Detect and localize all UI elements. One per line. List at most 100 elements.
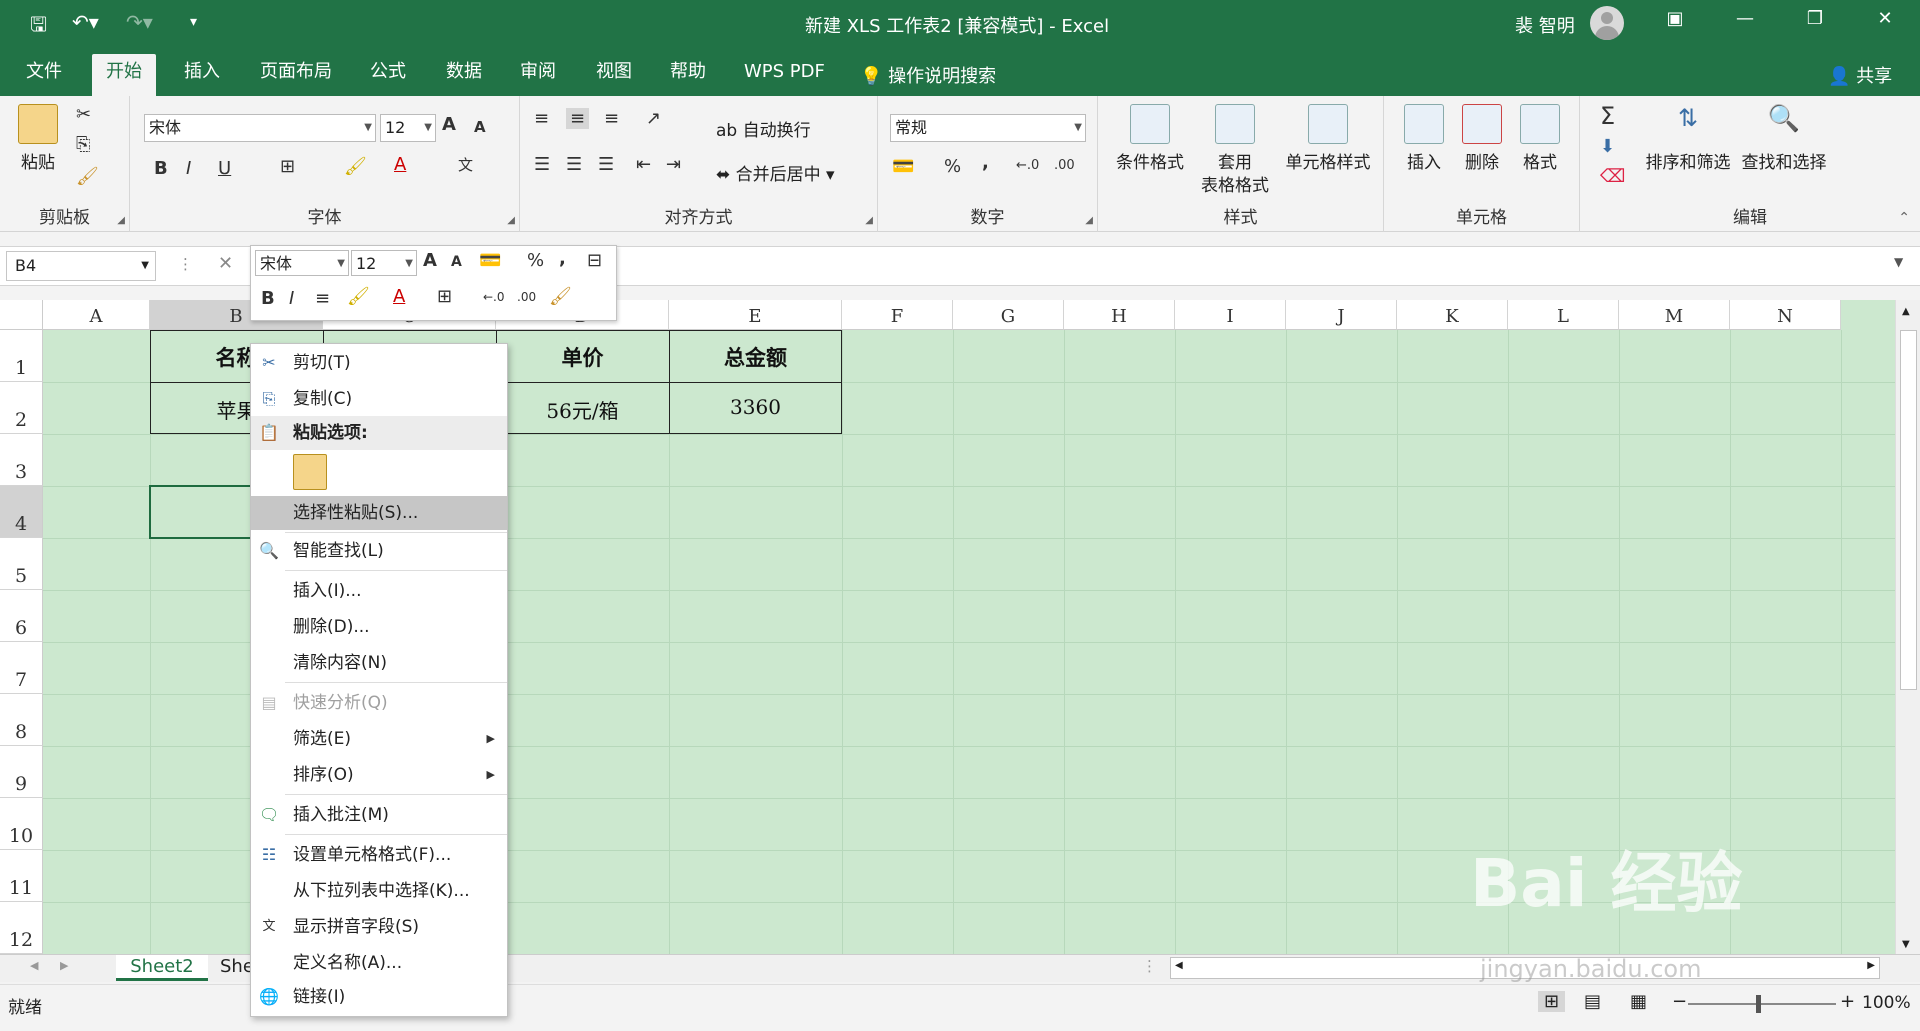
borders-icon[interactable]: ⊞ bbox=[280, 156, 295, 177]
scroll-down-icon[interactable]: ▼ bbox=[1902, 939, 1910, 950]
clipboard-launcher-icon[interactable]: ◢ bbox=[117, 215, 125, 226]
normal-view-icon[interactable]: ⊞ bbox=[1538, 991, 1566, 1012]
table-header-cell[interactable]: 单价 bbox=[496, 342, 669, 372]
align-left-icon[interactable]: ☰ bbox=[534, 154, 550, 175]
insert-cells-button[interactable]: 插入 bbox=[1396, 104, 1452, 173]
menu-item-format-cells[interactable]: ☷ 设置单元格格式(F)... bbox=[251, 838, 507, 872]
column-header[interactable]: M bbox=[1619, 300, 1730, 330]
row-header[interactable]: 11 bbox=[0, 850, 43, 902]
mini-format-painter-icon[interactable]: 🖌 bbox=[549, 286, 572, 307]
user-name[interactable]: 裴 智明 bbox=[1515, 12, 1575, 38]
table-value-cell[interactable]: 3360 bbox=[669, 395, 842, 419]
font-name-select[interactable]: 宋体 ▼ bbox=[144, 114, 376, 142]
decrease-decimal-button[interactable]: .00 bbox=[1054, 158, 1075, 173]
menu-item-paste-special[interactable]: 选择性粘贴(S)... bbox=[251, 496, 507, 530]
mini-increase-font-icon[interactable]: A bbox=[423, 250, 437, 271]
zoom-in-icon[interactable]: + bbox=[1840, 991, 1855, 1012]
page-layout-view-icon[interactable]: ▤ bbox=[1584, 991, 1601, 1012]
mini-decrease-decimal-icon[interactable]: .00 bbox=[517, 290, 536, 304]
zoom-out-icon[interactable]: − bbox=[1672, 991, 1687, 1012]
align-top-icon[interactable]: ≡ bbox=[534, 108, 549, 129]
menu-item-smart-lookup[interactable]: 🔍 智能查找(L) bbox=[251, 534, 507, 568]
row-header[interactable]: 3 bbox=[0, 434, 43, 486]
percent-style-button[interactable]: % bbox=[944, 156, 961, 177]
increase-font-size-button[interactable]: A bbox=[442, 114, 456, 135]
column-header[interactable]: G bbox=[953, 300, 1064, 330]
menu-item-delete[interactable]: 删除(D)... bbox=[251, 610, 507, 644]
zoom-level[interactable]: 100% bbox=[1862, 993, 1911, 1013]
mini-fill-color-icon[interactable]: 🖌 bbox=[347, 286, 370, 307]
minimize-icon[interactable]: — bbox=[1722, 8, 1768, 38]
delete-cells-button[interactable]: 删除 bbox=[1454, 104, 1510, 173]
underline-button[interactable]: U bbox=[218, 158, 231, 179]
align-bottom-icon[interactable]: ≡ bbox=[604, 108, 619, 129]
row-header[interactable]: 7 bbox=[0, 642, 43, 694]
format-cells-button[interactable]: 格式 bbox=[1512, 104, 1568, 173]
column-header[interactable]: A bbox=[43, 300, 150, 330]
autosum-button[interactable]: Σ bbox=[1600, 102, 1615, 130]
merge-center-button[interactable]: ⬌ 合并后居中 ▾ bbox=[716, 160, 835, 185]
share-button[interactable]: 👤 共享 bbox=[1828, 62, 1892, 88]
row-header[interactable]: 12 bbox=[0, 902, 43, 954]
next-sheet-icon[interactable]: ▶ bbox=[60, 959, 68, 972]
row-header[interactable]: 6 bbox=[0, 590, 43, 642]
wrap-text-button[interactable]: ab 自动换行 bbox=[716, 116, 811, 141]
mini-increase-decimal-icon[interactable]: ←.0 bbox=[483, 290, 505, 304]
row-header[interactable]: 4 bbox=[0, 486, 43, 538]
copy-icon[interactable]: ⎘ bbox=[76, 134, 90, 155]
bold-button[interactable]: B bbox=[154, 158, 168, 179]
increase-decimal-button[interactable]: ←.0 bbox=[1016, 158, 1039, 173]
tab-data[interactable]: 数据 bbox=[432, 54, 496, 96]
tab-insert[interactable]: 插入 bbox=[170, 54, 234, 96]
menu-item-define-name[interactable]: 定义名称(A)... bbox=[251, 946, 507, 980]
font-launcher-icon[interactable]: ◢ bbox=[507, 215, 515, 226]
formula-input[interactable] bbox=[620, 251, 1890, 281]
mini-borders-icon[interactable]: ⊞ bbox=[437, 286, 452, 307]
tab-home[interactable]: 开始 bbox=[92, 54, 156, 96]
mini-font-name-select[interactable]: 宋体 ▼ bbox=[255, 250, 349, 276]
column-header[interactable]: N bbox=[1730, 300, 1841, 330]
row-header[interactable]: 8 bbox=[0, 694, 43, 746]
conditional-formatting-button[interactable]: 条件格式 bbox=[1110, 104, 1190, 173]
prev-sheet-icon[interactable]: ◀ bbox=[30, 959, 38, 972]
zoom-slider-thumb[interactable] bbox=[1756, 995, 1761, 1013]
restore-icon[interactable]: ❐ bbox=[1792, 8, 1838, 38]
fill-icon[interactable]: ⬇ bbox=[1600, 136, 1615, 157]
decrease-indent-icon[interactable]: ⇤ bbox=[636, 154, 651, 175]
comma-style-button[interactable]: , bbox=[982, 152, 989, 173]
cell-styles-button[interactable]: 单元格样式 bbox=[1280, 104, 1376, 173]
mini-accounting-icon[interactable]: 💳 bbox=[479, 250, 501, 271]
number-launcher-icon[interactable]: ◢ bbox=[1085, 215, 1093, 226]
alignment-launcher-icon[interactable]: ◢ bbox=[865, 215, 873, 226]
tab-file[interactable]: 文件 bbox=[12, 54, 76, 96]
page-break-view-icon[interactable]: ▦ bbox=[1630, 991, 1647, 1012]
table-header-cell[interactable]: 总金额 bbox=[669, 342, 842, 372]
tab-wps-pdf[interactable]: WPS PDF bbox=[730, 54, 839, 96]
phonetic-guide-icon[interactable]: 文 bbox=[458, 154, 473, 175]
tell-me-search[interactable]: 💡 操作说明搜索 bbox=[860, 62, 996, 88]
expand-formula-bar-icon[interactable]: ▼ bbox=[1894, 255, 1903, 269]
sheet-tab[interactable]: She bbox=[220, 955, 254, 979]
column-header[interactable]: H bbox=[1064, 300, 1175, 330]
zoom-slider[interactable] bbox=[1688, 1003, 1836, 1005]
scroll-right-icon[interactable]: ▶ bbox=[1867, 960, 1875, 971]
menu-item-copy[interactable]: ⎘ 复制(C) bbox=[251, 382, 507, 416]
paste-button[interactable]: 粘贴 bbox=[18, 104, 58, 173]
column-header[interactable]: I bbox=[1175, 300, 1286, 330]
mini-font-color-icon[interactable]: A bbox=[393, 286, 405, 307]
collapse-ribbon-icon[interactable]: ⌃ bbox=[1898, 210, 1910, 226]
ribbon-display-options-icon[interactable]: ▣ bbox=[1652, 8, 1698, 38]
fill-color-icon[interactable]: 🖌 bbox=[344, 156, 367, 177]
decrease-font-size-button[interactable]: A bbox=[474, 118, 486, 136]
find-select-button[interactable]: 🔍 查找和选择 bbox=[1736, 104, 1832, 173]
cancel-icon[interactable]: ✕ bbox=[218, 253, 233, 274]
vertical-scroll-thumb[interactable] bbox=[1900, 330, 1917, 690]
format-painter-icon[interactable]: 🖌 bbox=[76, 166, 99, 187]
row-header[interactable]: 2 bbox=[0, 382, 43, 434]
column-header[interactable]: K bbox=[1397, 300, 1508, 330]
tab-view[interactable]: 视图 bbox=[582, 54, 646, 96]
number-format-select[interactable]: 常规 ▼ bbox=[890, 114, 1086, 142]
tab-help[interactable]: 帮助 bbox=[656, 54, 720, 96]
align-right-icon[interactable]: ☰ bbox=[598, 154, 614, 175]
increase-indent-icon[interactable]: ⇥ bbox=[666, 154, 681, 175]
